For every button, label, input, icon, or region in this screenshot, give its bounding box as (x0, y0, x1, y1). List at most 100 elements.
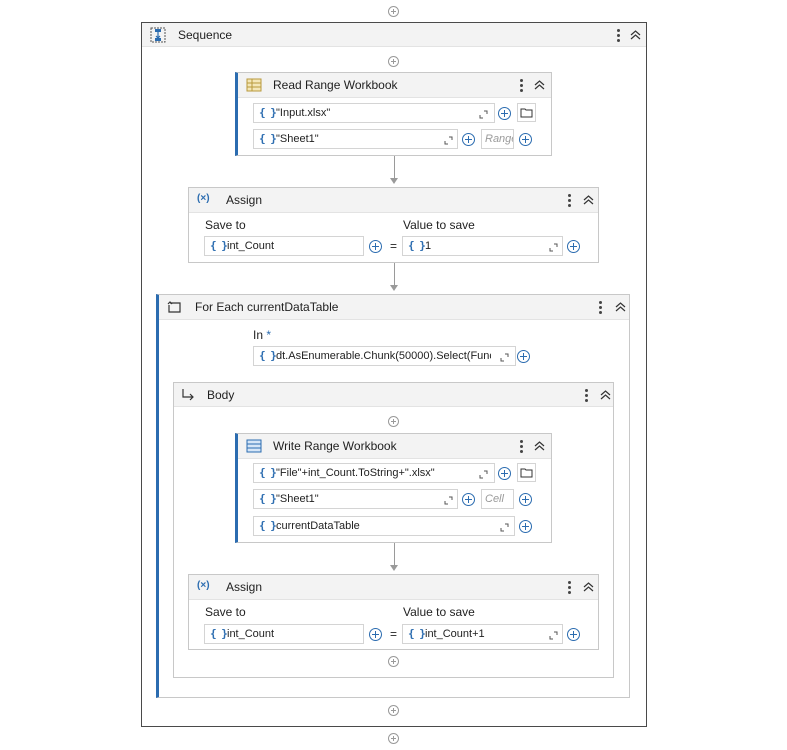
expand-field-icon[interactable] (444, 134, 453, 145)
more-options-icon[interactable] (567, 580, 571, 594)
collapse-icon[interactable] (630, 29, 641, 41)
add-activity-button[interactable] (388, 416, 399, 427)
body-title: Body (207, 388, 235, 402)
expand-field-icon[interactable] (549, 629, 558, 640)
collapse-icon[interactable] (534, 79, 545, 91)
more-options-icon[interactable] (567, 193, 571, 207)
assign-title: Assign (226, 580, 263, 594)
value-text: 1 (425, 240, 432, 252)
cell-field[interactable]: Cell (481, 489, 514, 509)
expand-field-icon[interactable] (549, 241, 558, 252)
save-to-field[interactable]: { } int_Count (204, 236, 364, 256)
add-variable-button[interactable] (519, 493, 532, 506)
read-range-header: Read Range Workbook (238, 73, 551, 98)
variable-braces-icon: { } (259, 132, 277, 145)
variable-braces-icon: { } (259, 349, 277, 362)
value-field[interactable]: { } int_Count+1 (402, 624, 563, 644)
assign-activity[interactable]: (×) Assign Save to Value to save { } int… (188, 187, 599, 263)
flow-arrow (390, 565, 398, 571)
value-to-save-label: Value to save (403, 605, 475, 619)
collapse-icon[interactable] (583, 194, 594, 206)
more-options-icon[interactable] (598, 300, 602, 314)
more-options-icon[interactable] (584, 388, 588, 402)
add-variable-button[interactable] (369, 628, 382, 641)
collapse-icon[interactable] (534, 440, 545, 452)
collapse-icon[interactable] (600, 389, 611, 401)
expand-field-icon[interactable] (500, 351, 509, 362)
write-range-workbook-activity[interactable]: Write Range Workbook { } "File"+int_Coun… (235, 433, 552, 543)
sequence-title: Sequence (178, 28, 233, 42)
sheet-name-value: "Sheet1" (276, 133, 319, 145)
flow-connector (394, 263, 395, 285)
assign-activity[interactable]: (×) Assign Save to Value to save { } int… (188, 574, 599, 650)
add-variable-button[interactable] (519, 520, 532, 533)
add-activity-button[interactable] (388, 705, 399, 716)
add-activity-button-bottom[interactable] (388, 733, 399, 744)
folder-icon[interactable] (517, 463, 536, 482)
workbook-path-field[interactable]: { } "Input.xlsx" (253, 103, 495, 123)
more-options-icon[interactable] (519, 78, 523, 92)
workbook-path-value: "File"+int_Count.ToString+".xlsx" (276, 467, 435, 479)
write-range-header: Write Range Workbook (238, 434, 551, 459)
variable-braces-icon: { } (259, 492, 277, 505)
variable-braces-icon: { } (259, 519, 277, 532)
assign-header: (×) Assign (189, 188, 598, 213)
equals-sign: = (390, 627, 398, 641)
save-to-label: Save to (205, 218, 246, 232)
variable-braces-icon: { } (259, 466, 277, 479)
add-activity-button[interactable] (388, 56, 399, 67)
data-table-field[interactable]: { } currentDataTable (253, 516, 515, 536)
body-header[interactable]: Body (174, 383, 613, 407)
save-to-field[interactable]: { } int_Count (204, 624, 364, 644)
add-activity-button-top[interactable] (388, 6, 399, 17)
for-each-icon (167, 300, 183, 314)
variable-braces-icon: { } (210, 627, 228, 640)
collapse-icon[interactable] (615, 301, 626, 313)
assign-header: (×) Assign (189, 575, 598, 600)
range-placeholder: Range (485, 133, 513, 145)
sheet-name-field[interactable]: { } "Sheet1" (253, 489, 458, 509)
expand-field-icon[interactable] (479, 468, 488, 479)
add-variable-button[interactable] (369, 240, 382, 253)
add-variable-button[interactable] (498, 467, 511, 480)
add-variable-button[interactable] (519, 133, 532, 146)
variable-braces-icon: { } (259, 106, 277, 119)
add-variable-button[interactable] (517, 350, 530, 363)
expand-field-icon[interactable] (479, 108, 488, 119)
assign-icon: (×) (197, 193, 210, 204)
more-options-icon[interactable] (616, 28, 620, 42)
collapse-icon[interactable] (583, 581, 594, 593)
add-variable-button[interactable] (567, 628, 580, 641)
expand-field-icon[interactable] (444, 494, 453, 505)
save-to-label: Save to (205, 605, 246, 619)
read-range-workbook-activity[interactable]: Read Range Workbook { } "Input.xlsx" { }… (235, 72, 552, 156)
for-each-title: For Each currentDataTable (195, 300, 339, 314)
in-expression-value: dt.AsEnumerable.Chunk(50000).Select(Func… (276, 350, 491, 362)
value-field[interactable]: { } 1 (402, 236, 563, 256)
data-table-value: currentDataTable (276, 520, 360, 532)
variable-braces-icon: { } (408, 239, 426, 252)
add-variable-button[interactable] (462, 133, 475, 146)
in-expression-field[interactable]: { } dt.AsEnumerable.Chunk(50000).Select(… (253, 346, 516, 366)
in-label-text: In (253, 328, 264, 342)
expand-field-icon[interactable] (500, 521, 509, 532)
add-variable-button[interactable] (567, 240, 580, 253)
range-field[interactable]: Range (481, 129, 514, 149)
in-label: In * (253, 328, 271, 342)
add-variable-button[interactable] (462, 493, 475, 506)
write-range-title: Write Range Workbook (273, 439, 397, 453)
add-variable-button[interactable] (498, 107, 511, 120)
sequence-header[interactable]: Sequence (142, 23, 646, 47)
assign-icon: (×) (197, 580, 210, 591)
folder-icon[interactable] (517, 103, 536, 122)
add-activity-button[interactable] (388, 656, 399, 667)
sheet-name-field[interactable]: { } "Sheet1" (253, 129, 458, 149)
flow-arrow (390, 285, 398, 291)
excel-read-icon (246, 78, 262, 92)
flow-arrow (390, 178, 398, 184)
excel-write-icon (246, 439, 262, 453)
equals-sign: = (390, 239, 398, 253)
assign-title: Assign (226, 193, 263, 207)
workbook-path-field[interactable]: { } "File"+int_Count.ToString+".xlsx" (253, 463, 495, 483)
more-options-icon[interactable] (519, 439, 523, 453)
